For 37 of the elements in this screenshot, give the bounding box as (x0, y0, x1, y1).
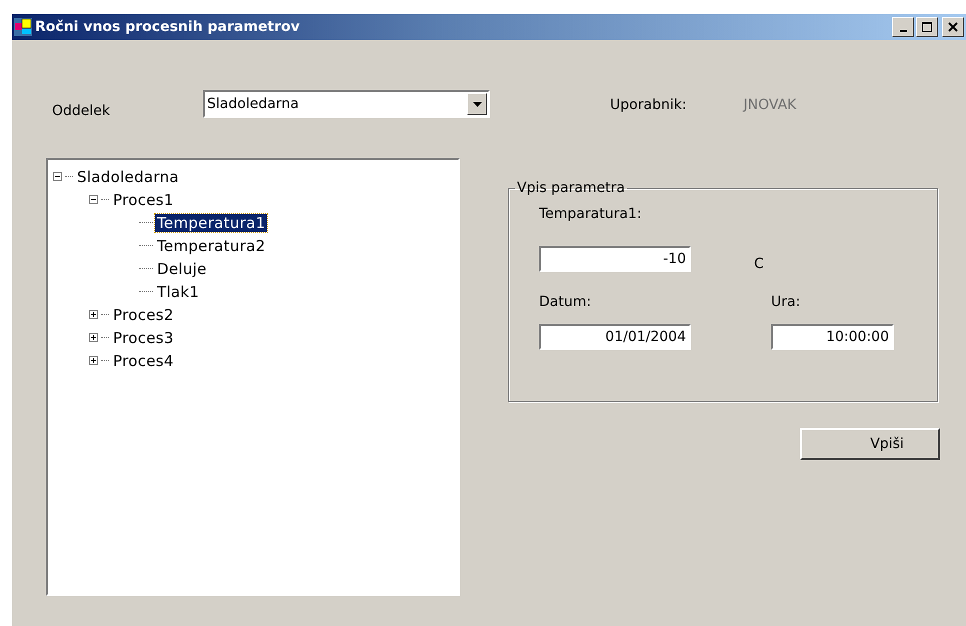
submit-button[interactable]: Vpiši (800, 428, 940, 460)
close-icon (948, 22, 958, 32)
dropdown-button[interactable] (467, 93, 488, 115)
expand-icon[interactable] (89, 310, 99, 320)
collapse-icon[interactable] (89, 194, 99, 204)
caret-icon (472, 102, 482, 106)
value-field[interactable]: -10 (539, 246, 691, 272)
department-label: Oddelek (52, 103, 110, 119)
department-dropdown[interactable]: Sladoledarna (203, 90, 490, 118)
tree-item[interactable]: Tlak1 (155, 282, 202, 300)
expand-icon[interactable] (89, 332, 99, 342)
user-label: Uporabnik: (610, 97, 687, 113)
window-title: Ročni vnos procesnih parametrov (35, 19, 300, 35)
parameter-label: Temparatura1: (539, 206, 643, 222)
tree-item[interactable]: Deluje (155, 260, 209, 278)
minimize-icon (900, 30, 906, 32)
minimize-button[interactable] (892, 17, 914, 37)
date-label: Datum: (539, 294, 592, 310)
app-icon (14, 18, 32, 36)
maximize-button[interactable] (916, 17, 938, 37)
tree-item[interactable]: Temperatura2 (155, 236, 268, 254)
tree-item[interactable]: Proces4 (111, 352, 176, 370)
collapse-icon[interactable] (53, 172, 63, 182)
user-name: JNOVAK (744, 97, 796, 113)
time-label: Ura: (771, 294, 802, 310)
expand-icon[interactable] (89, 356, 99, 366)
tree-item[interactable]: Proces3 (111, 328, 176, 346)
close-button[interactable] (942, 17, 964, 37)
time-field[interactable]: 10:00:00 (771, 324, 894, 350)
date-field[interactable]: 01/01/2004 (539, 324, 691, 350)
unit-label: C (754, 256, 764, 272)
maximize-icon (922, 22, 932, 32)
group-title: Vpis parametra (516, 180, 626, 196)
tree-item[interactable]: Proces2 (111, 306, 176, 324)
tree-item[interactable]: Proces1 (111, 190, 176, 208)
tree-item[interactable]: Temperatura1 (155, 214, 268, 232)
tree-item[interactable]: Sladoledarna (75, 168, 181, 186)
